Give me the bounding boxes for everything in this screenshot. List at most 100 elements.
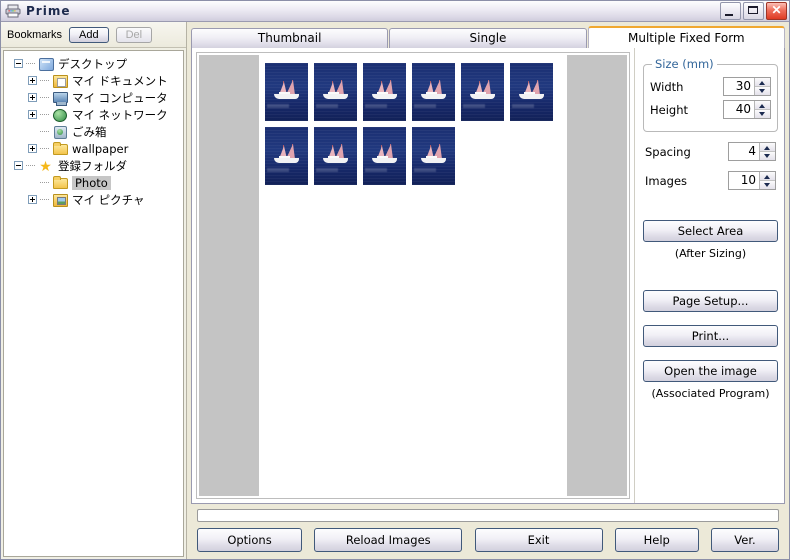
tree-item[interactable]: マイ ピクチャ xyxy=(6,191,181,208)
images-spin-buttons[interactable] xyxy=(759,172,775,189)
expand-icon[interactable] xyxy=(28,110,37,119)
thumbnail-image[interactable] xyxy=(363,127,406,185)
sailboat-icon xyxy=(372,144,398,168)
images-spin-down-icon[interactable] xyxy=(760,181,775,189)
tree-item[interactable]: デスクトップ xyxy=(6,55,181,72)
open-image-button[interactable]: Open the image xyxy=(643,360,778,382)
height-spin-down-icon[interactable] xyxy=(755,110,770,118)
height-spin-up-icon[interactable] xyxy=(755,101,770,110)
height-stepper[interactable]: 40 xyxy=(723,100,771,119)
thumbnail-image[interactable] xyxy=(412,63,455,121)
tab-bar: Thumbnail Single Multiple Fixed Form xyxy=(191,26,785,48)
add-bookmark-button[interactable]: Add xyxy=(69,26,109,43)
tree-connector xyxy=(26,62,35,65)
folder-tree[interactable]: デスクトップ マイ ドキュメント マイ コンピュータ マイ ネットワーク ごみ箱 wall… xyxy=(3,50,184,557)
width-label: Width xyxy=(650,79,684,94)
height-spin-buttons[interactable] xyxy=(754,101,770,118)
delete-bookmark-button[interactable]: Del xyxy=(115,26,153,43)
thumbnail-image[interactable] xyxy=(461,63,504,121)
thumbnail-image[interactable] xyxy=(412,127,455,185)
associated-program-note: (Associated Program) xyxy=(651,387,770,400)
spacing-label: Spacing xyxy=(645,144,691,159)
sailboat-icon xyxy=(421,144,447,168)
width-spin-up-icon[interactable] xyxy=(755,78,770,87)
thumbnail-image[interactable] xyxy=(363,63,406,121)
bottom-bar: Options Reload Images Exit Help Ver. xyxy=(191,504,785,559)
page-setup-button[interactable]: Page Setup... xyxy=(643,290,778,312)
window-title: Prime xyxy=(26,4,71,18)
spacing-value[interactable]: 4 xyxy=(729,143,759,160)
images-spin-up-icon[interactable] xyxy=(760,172,775,181)
tab-panel-multiple-fixed-form: Size (mm) Width 30 Height 40 Spacing 4 I… xyxy=(191,48,785,504)
width-stepper[interactable]: 30 xyxy=(723,77,771,96)
tree-item[interactable]: ★ 登録フォルダ xyxy=(6,157,181,174)
tab-multiple-fixed-form[interactable]: Multiple Fixed Form xyxy=(587,26,785,48)
width-value[interactable]: 30 xyxy=(724,78,754,95)
width-spin-down-icon[interactable] xyxy=(755,87,770,95)
tree-item[interactable]: マイ ネットワーク xyxy=(6,106,181,123)
spacing-spin-buttons[interactable] xyxy=(759,143,775,160)
tree-item[interactable]: マイ ドキュメント xyxy=(6,72,181,89)
spacing-stepper[interactable]: 4 xyxy=(728,142,776,161)
thumbnail-image[interactable] xyxy=(265,127,308,185)
tree-item[interactable]: Photo xyxy=(6,174,181,191)
window-controls: ✕ xyxy=(720,2,787,20)
images-label: Images xyxy=(645,173,688,188)
print-button[interactable]: Print... xyxy=(643,325,778,347)
minimize-button[interactable] xyxy=(720,2,741,20)
tree-item-label: ごみ箱 xyxy=(72,124,107,139)
thumbnail-image[interactable] xyxy=(510,63,553,121)
tree-item[interactable]: wallpaper xyxy=(6,140,181,157)
height-label: Height xyxy=(650,102,689,117)
select-area-button[interactable]: Select Area xyxy=(643,220,778,242)
width-field-row: Width 30 xyxy=(650,77,771,96)
after-sizing-note: (After Sizing) xyxy=(674,247,747,260)
options-button[interactable]: Options xyxy=(197,528,302,552)
images-field-row: Images 10 xyxy=(645,171,776,190)
print-block: Print... xyxy=(643,325,778,347)
network-icon xyxy=(52,107,68,122)
reload-images-button[interactable]: Reload Images xyxy=(314,528,463,552)
exit-button[interactable]: Exit xyxy=(474,528,603,552)
tree-item[interactable]: ごみ箱 xyxy=(6,123,181,140)
sailboat-icon xyxy=(274,80,300,104)
main-body: Bookmarks Add Del デスクトップ マイ ドキュメント マイ コンピュ… xyxy=(1,22,789,559)
page-preview-frame xyxy=(196,52,630,499)
expand-icon[interactable] xyxy=(28,93,37,102)
sailboat-icon xyxy=(519,80,545,104)
settings-panel: Size (mm) Width 30 Height 40 Spacing 4 I… xyxy=(634,48,784,503)
thumbnail-image[interactable] xyxy=(314,127,357,185)
spacing-spin-down-icon[interactable] xyxy=(760,152,775,160)
water-reflection xyxy=(316,104,338,108)
tree-item-label: 登録フォルダ xyxy=(58,158,127,173)
height-value[interactable]: 40 xyxy=(724,101,754,118)
version-button[interactable]: Ver. xyxy=(711,528,779,552)
images-value[interactable]: 10 xyxy=(729,172,759,189)
width-spin-buttons[interactable] xyxy=(754,78,770,95)
collapse-icon[interactable] xyxy=(14,161,23,170)
tree-item[interactable]: マイ コンピュータ xyxy=(6,89,181,106)
bookmarks-toolbar: Bookmarks Add Del xyxy=(1,22,186,48)
help-button[interactable]: Help xyxy=(614,528,699,552)
sailboat-icon xyxy=(470,80,496,104)
preview-area[interactable] xyxy=(192,48,634,503)
thumbnail-image[interactable] xyxy=(314,63,357,121)
expand-icon[interactable] xyxy=(28,76,37,85)
sailboat-icon xyxy=(274,144,300,168)
images-stepper[interactable]: 10 xyxy=(728,171,776,190)
expand-icon[interactable] xyxy=(28,195,37,204)
printer-icon xyxy=(5,4,21,18)
maximize-button[interactable] xyxy=(743,2,764,20)
tree-connector xyxy=(40,130,49,133)
close-button[interactable]: ✕ xyxy=(766,2,787,20)
collapse-icon[interactable] xyxy=(14,59,23,68)
tree-item-label: マイ ピクチャ xyxy=(72,192,145,207)
tab-single[interactable]: Single xyxy=(389,28,587,48)
sailboat-icon xyxy=(323,80,349,104)
expand-icon[interactable] xyxy=(28,144,37,153)
spacing-spin-up-icon[interactable] xyxy=(760,143,775,152)
tree-connector xyxy=(40,198,49,201)
tab-thumbnail[interactable]: Thumbnail xyxy=(191,28,389,48)
thumbnail-image[interactable] xyxy=(265,63,308,121)
